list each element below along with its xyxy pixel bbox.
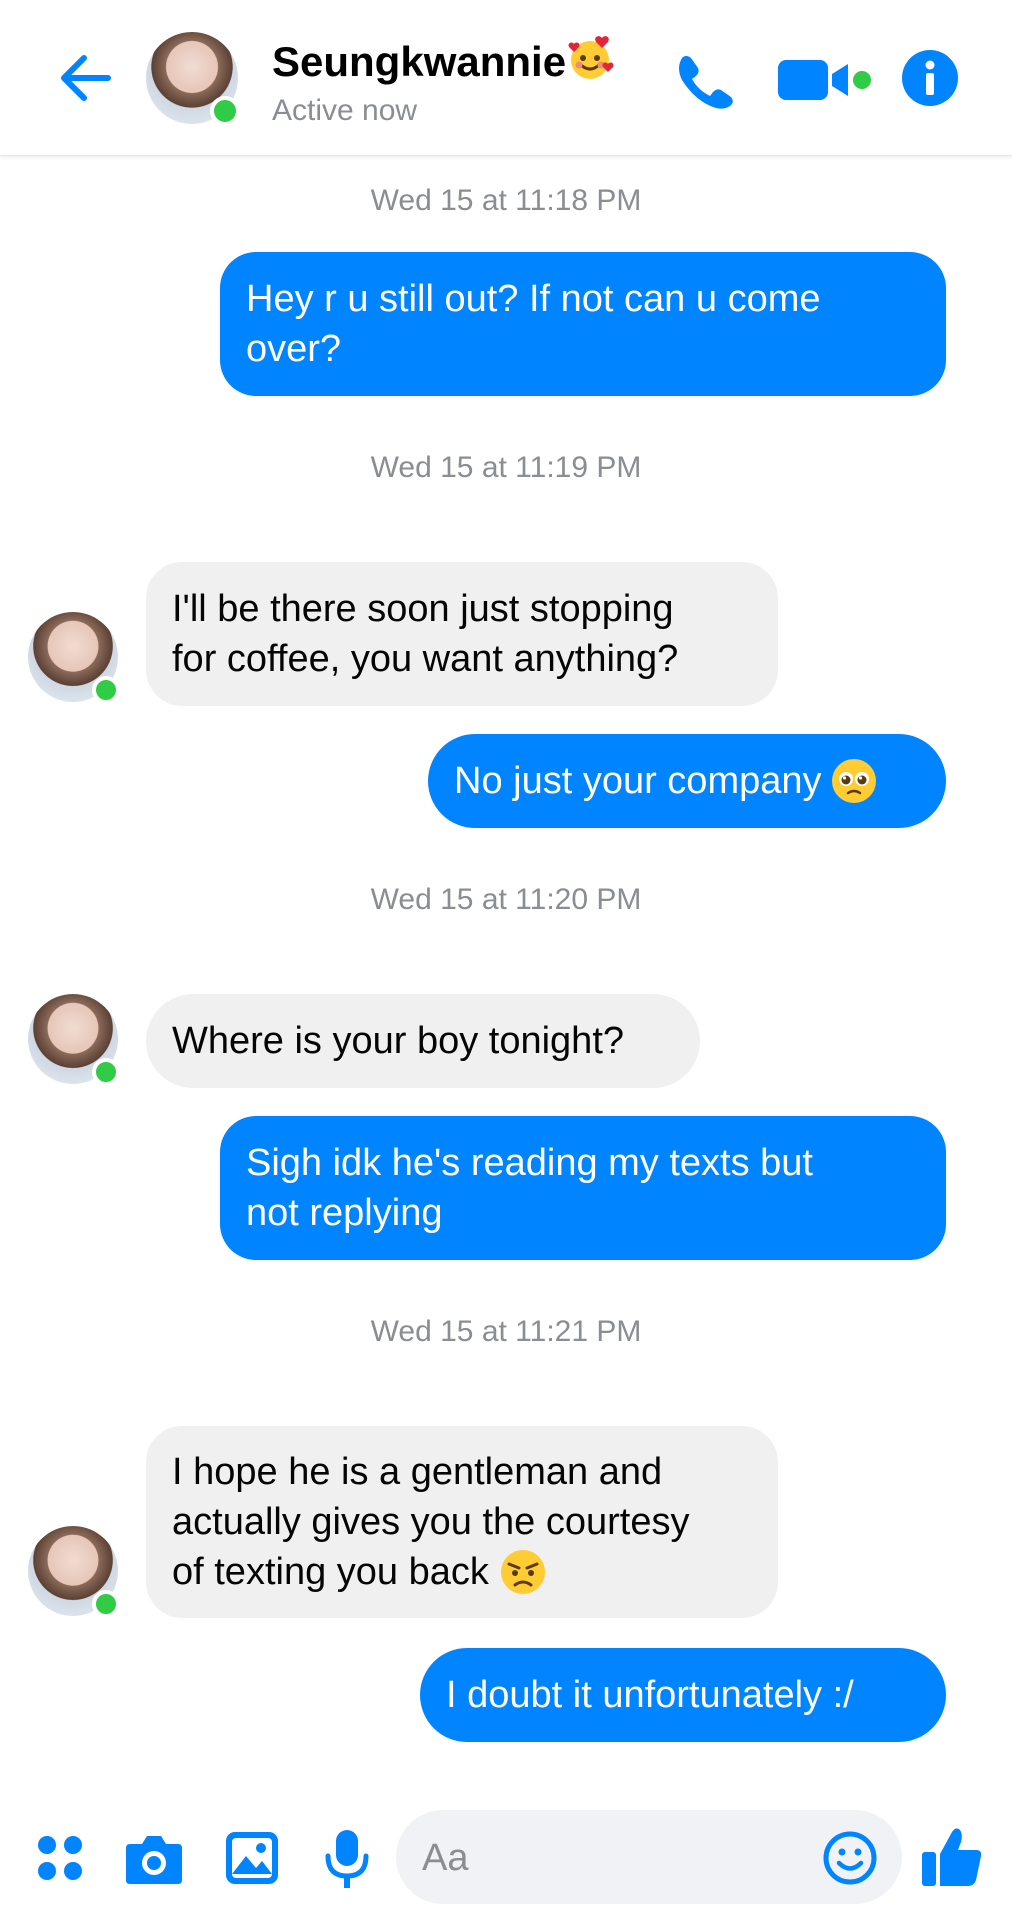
outgoing-message[interactable]: Hey r u still out? If not can u come ove… — [220, 252, 946, 396]
message-input-container[interactable] — [396, 1810, 902, 1904]
message-line: actually gives you the courtesy — [172, 1501, 690, 1543]
gallery-icon[interactable] — [224, 1830, 280, 1886]
message-line-with-emoji: of texting you back — [172, 1547, 752, 1597]
contact-name: Seungkwannie — [272, 38, 567, 85]
online-indicator — [210, 96, 240, 126]
online-indicator — [92, 676, 120, 704]
message-text: No just your company — [454, 760, 822, 802]
composer-bar — [0, 1796, 1012, 1920]
message-line: I hope he is a gentleman and — [172, 1451, 663, 1493]
message-line: not replying — [246, 1192, 443, 1234]
message-line: for coffee, you want anything? — [172, 638, 679, 680]
timestamp: Wed 15 at 11:19 PM — [370, 451, 642, 484]
contact-avatar[interactable] — [28, 1526, 120, 1618]
microphone-icon[interactable] — [322, 1828, 372, 1890]
contact-avatar[interactable] — [28, 994, 120, 1086]
contact-avatar[interactable] — [146, 32, 240, 126]
message-line: over? — [246, 328, 342, 370]
outgoing-message[interactable]: I doubt it unfortunately :/ — [420, 1648, 946, 1742]
info-icon[interactable] — [900, 48, 960, 108]
active-status: Active now — [272, 94, 418, 127]
back-arrow-icon[interactable] — [56, 48, 116, 108]
message-line: I'll be there soon just stopping — [172, 588, 674, 630]
online-indicator — [92, 1590, 120, 1618]
message-text: Where is your boy tonight? — [172, 1020, 625, 1062]
outgoing-message[interactable]: Sigh idk he's reading my texts but not r… — [220, 1116, 946, 1260]
thumbs-up-icon[interactable] — [920, 1826, 984, 1890]
outgoing-message[interactable]: No just your company — [428, 734, 946, 828]
message-line: Hey r u still out? If not can u come — [246, 278, 821, 320]
incoming-message[interactable]: I hope he is a gentleman and actually gi… — [146, 1426, 778, 1618]
emoji-icon[interactable] — [822, 1830, 878, 1886]
chat-header: Seungkwannie Active now — [0, 0, 1012, 156]
contact-name-row[interactable]: Seungkwannie — [272, 34, 614, 86]
video-camera-icon[interactable] — [776, 50, 872, 110]
smiling-face-with-hearts-icon — [568, 36, 614, 79]
phone-icon[interactable] — [672, 50, 738, 110]
contact-avatar[interactable] — [28, 612, 120, 704]
timestamp: Wed 15 at 11:20 PM — [370, 883, 642, 916]
timestamp: Wed 15 at 11:21 PM — [370, 1315, 642, 1348]
message-line: Sigh idk he's reading my texts but — [246, 1142, 813, 1184]
message-line: of texting you back — [172, 1551, 489, 1593]
timestamp: Wed 15 at 11:18 PM — [370, 184, 642, 217]
pleading-face-icon — [831, 759, 876, 803]
message-input[interactable] — [420, 1832, 804, 1884]
incoming-message[interactable]: I'll be there soon just stopping for cof… — [146, 562, 778, 706]
apps-grid-icon[interactable] — [36, 1834, 84, 1882]
online-indicator — [92, 1058, 120, 1086]
camera-icon[interactable] — [124, 1830, 184, 1886]
message-text: I doubt it unfortunately :/ — [446, 1674, 854, 1716]
incoming-message[interactable]: Where is your boy tonight? — [146, 994, 700, 1088]
angry-face-icon — [500, 1550, 545, 1594]
